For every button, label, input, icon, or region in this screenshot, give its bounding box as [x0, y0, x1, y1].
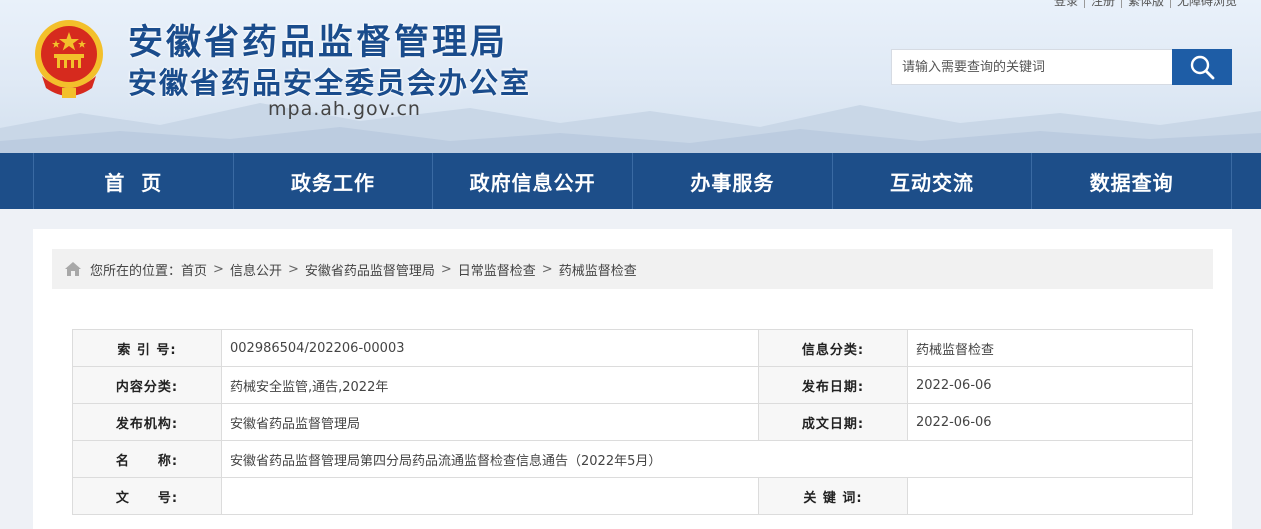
breadcrumb-separator: > — [287, 261, 299, 277]
breadcrumb-current[interactable]: 药械监督检查 — [559, 260, 637, 279]
written-date-value: 2022-06-06 — [907, 403, 1193, 441]
search-input[interactable] — [891, 49, 1172, 85]
title-value: 安徽省药品监督管理局第四分局药品流通监督检查信息通告（2022年5月） — [221, 440, 1193, 478]
nav-data-query[interactable]: 数据查询 — [1031, 153, 1233, 209]
search-button[interactable] — [1172, 49, 1232, 85]
breadcrumb-prefix: 您所在的位置： — [90, 263, 182, 279]
info-table: 索 引 号: 002986504/202206-00003 信息分类: 药械监督… — [72, 329, 1193, 515]
nav-government-work[interactable]: 政务工作 — [232, 153, 433, 209]
nav-home[interactable]: 首 页 — [33, 153, 233, 209]
nav-services[interactable]: 办事服务 — [632, 153, 832, 209]
content-panel: 您所在的位置： 首页 > 信息公开 > 安徽省药品监督管理局 > 日常监督检查 … — [33, 229, 1232, 529]
national-emblem-icon — [35, 20, 103, 98]
breadcrumb-separator: > — [440, 261, 452, 277]
content-category-value: 药械安全监管,通告,2022年 — [221, 366, 759, 404]
index-number-label: 索 引 号: — [72, 329, 222, 367]
search-icon — [1190, 55, 1215, 80]
site-subtitle: 安徽省药品安全委员会办公室 — [128, 66, 532, 100]
publish-date-value: 2022-06-06 — [907, 366, 1193, 404]
table-row: 发布机构: 安徽省药品监督管理局 成文日期: 2022-06-06 — [72, 403, 1193, 441]
doc-number-label: 文 号: — [72, 477, 222, 515]
info-category-value: 药械监督检查 — [907, 329, 1193, 367]
publisher-label: 发布机构: — [72, 403, 222, 441]
site-header: 登录 注册 繁体版 无障碍浏览 安徽省药品监督管理局 安徽省药品安全委员会办公室… — [0, 0, 1261, 153]
register-link[interactable]: 注册 — [1085, 0, 1122, 8]
index-number-value: 002986504/202206-00003 — [221, 329, 759, 367]
publish-date-label: 发布日期: — [758, 366, 908, 404]
breadcrumb-daily-inspection[interactable]: 日常监督检查 — [458, 260, 536, 279]
breadcrumb-separator: > — [213, 261, 224, 277]
keywords-label: 关 键 词: — [758, 477, 908, 515]
traditional-link[interactable]: 繁体版 — [1122, 0, 1171, 8]
breadcrumb-info-disclosure[interactable]: 信息公开 — [230, 260, 282, 279]
doc-number-value — [221, 477, 759, 515]
table-row: 索 引 号: 002986504/202206-00003 信息分类: 药械监督… — [72, 329, 1193, 367]
top-links: 登录 注册 繁体版 无障碍浏览 — [1048, 0, 1243, 8]
nav-information-disclosure[interactable]: 政府信息公开 — [432, 153, 632, 209]
nav-interaction[interactable]: 互动交流 — [831, 153, 1032, 209]
table-row: 名 称: 安徽省药品监督管理局第四分局药品流通监督检查信息通告（2022年5月） — [72, 440, 1193, 478]
keywords-value — [907, 477, 1193, 515]
info-category-label: 信息分类: — [758, 329, 908, 367]
main-nav: 首 页 政务工作 政府信息公开 办事服务 互动交流 数据查询 — [0, 153, 1261, 209]
breadcrumb: 您所在的位置： 首页 > 信息公开 > 安徽省药品监督管理局 > 日常监督检查 … — [52, 249, 1213, 289]
table-row: 内容分类: 药械安全监管,通告,2022年 发布日期: 2022-06-06 — [72, 366, 1193, 404]
breadcrumb-separator: > — [541, 261, 553, 277]
site-title: 安徽省药品监督管理局 — [128, 23, 509, 63]
written-date-label: 成文日期: — [758, 403, 908, 441]
site-domain: mpa.ah.gov.cn — [268, 98, 421, 120]
home-icon — [65, 262, 81, 276]
table-row: 文 号: 关 键 词: — [72, 477, 1193, 515]
breadcrumb-home[interactable]: 首页 — [181, 260, 207, 279]
search-box — [891, 49, 1232, 85]
accessibility-link[interactable]: 无障碍浏览 — [1171, 0, 1243, 8]
content-category-label: 内容分类: — [72, 366, 222, 404]
publisher-value: 安徽省药品监督管理局 — [221, 403, 759, 441]
login-link[interactable]: 登录 — [1048, 0, 1085, 8]
breadcrumb-bureau[interactable]: 安徽省药品监督管理局 — [305, 260, 435, 279]
title-label: 名 称: — [72, 440, 222, 478]
